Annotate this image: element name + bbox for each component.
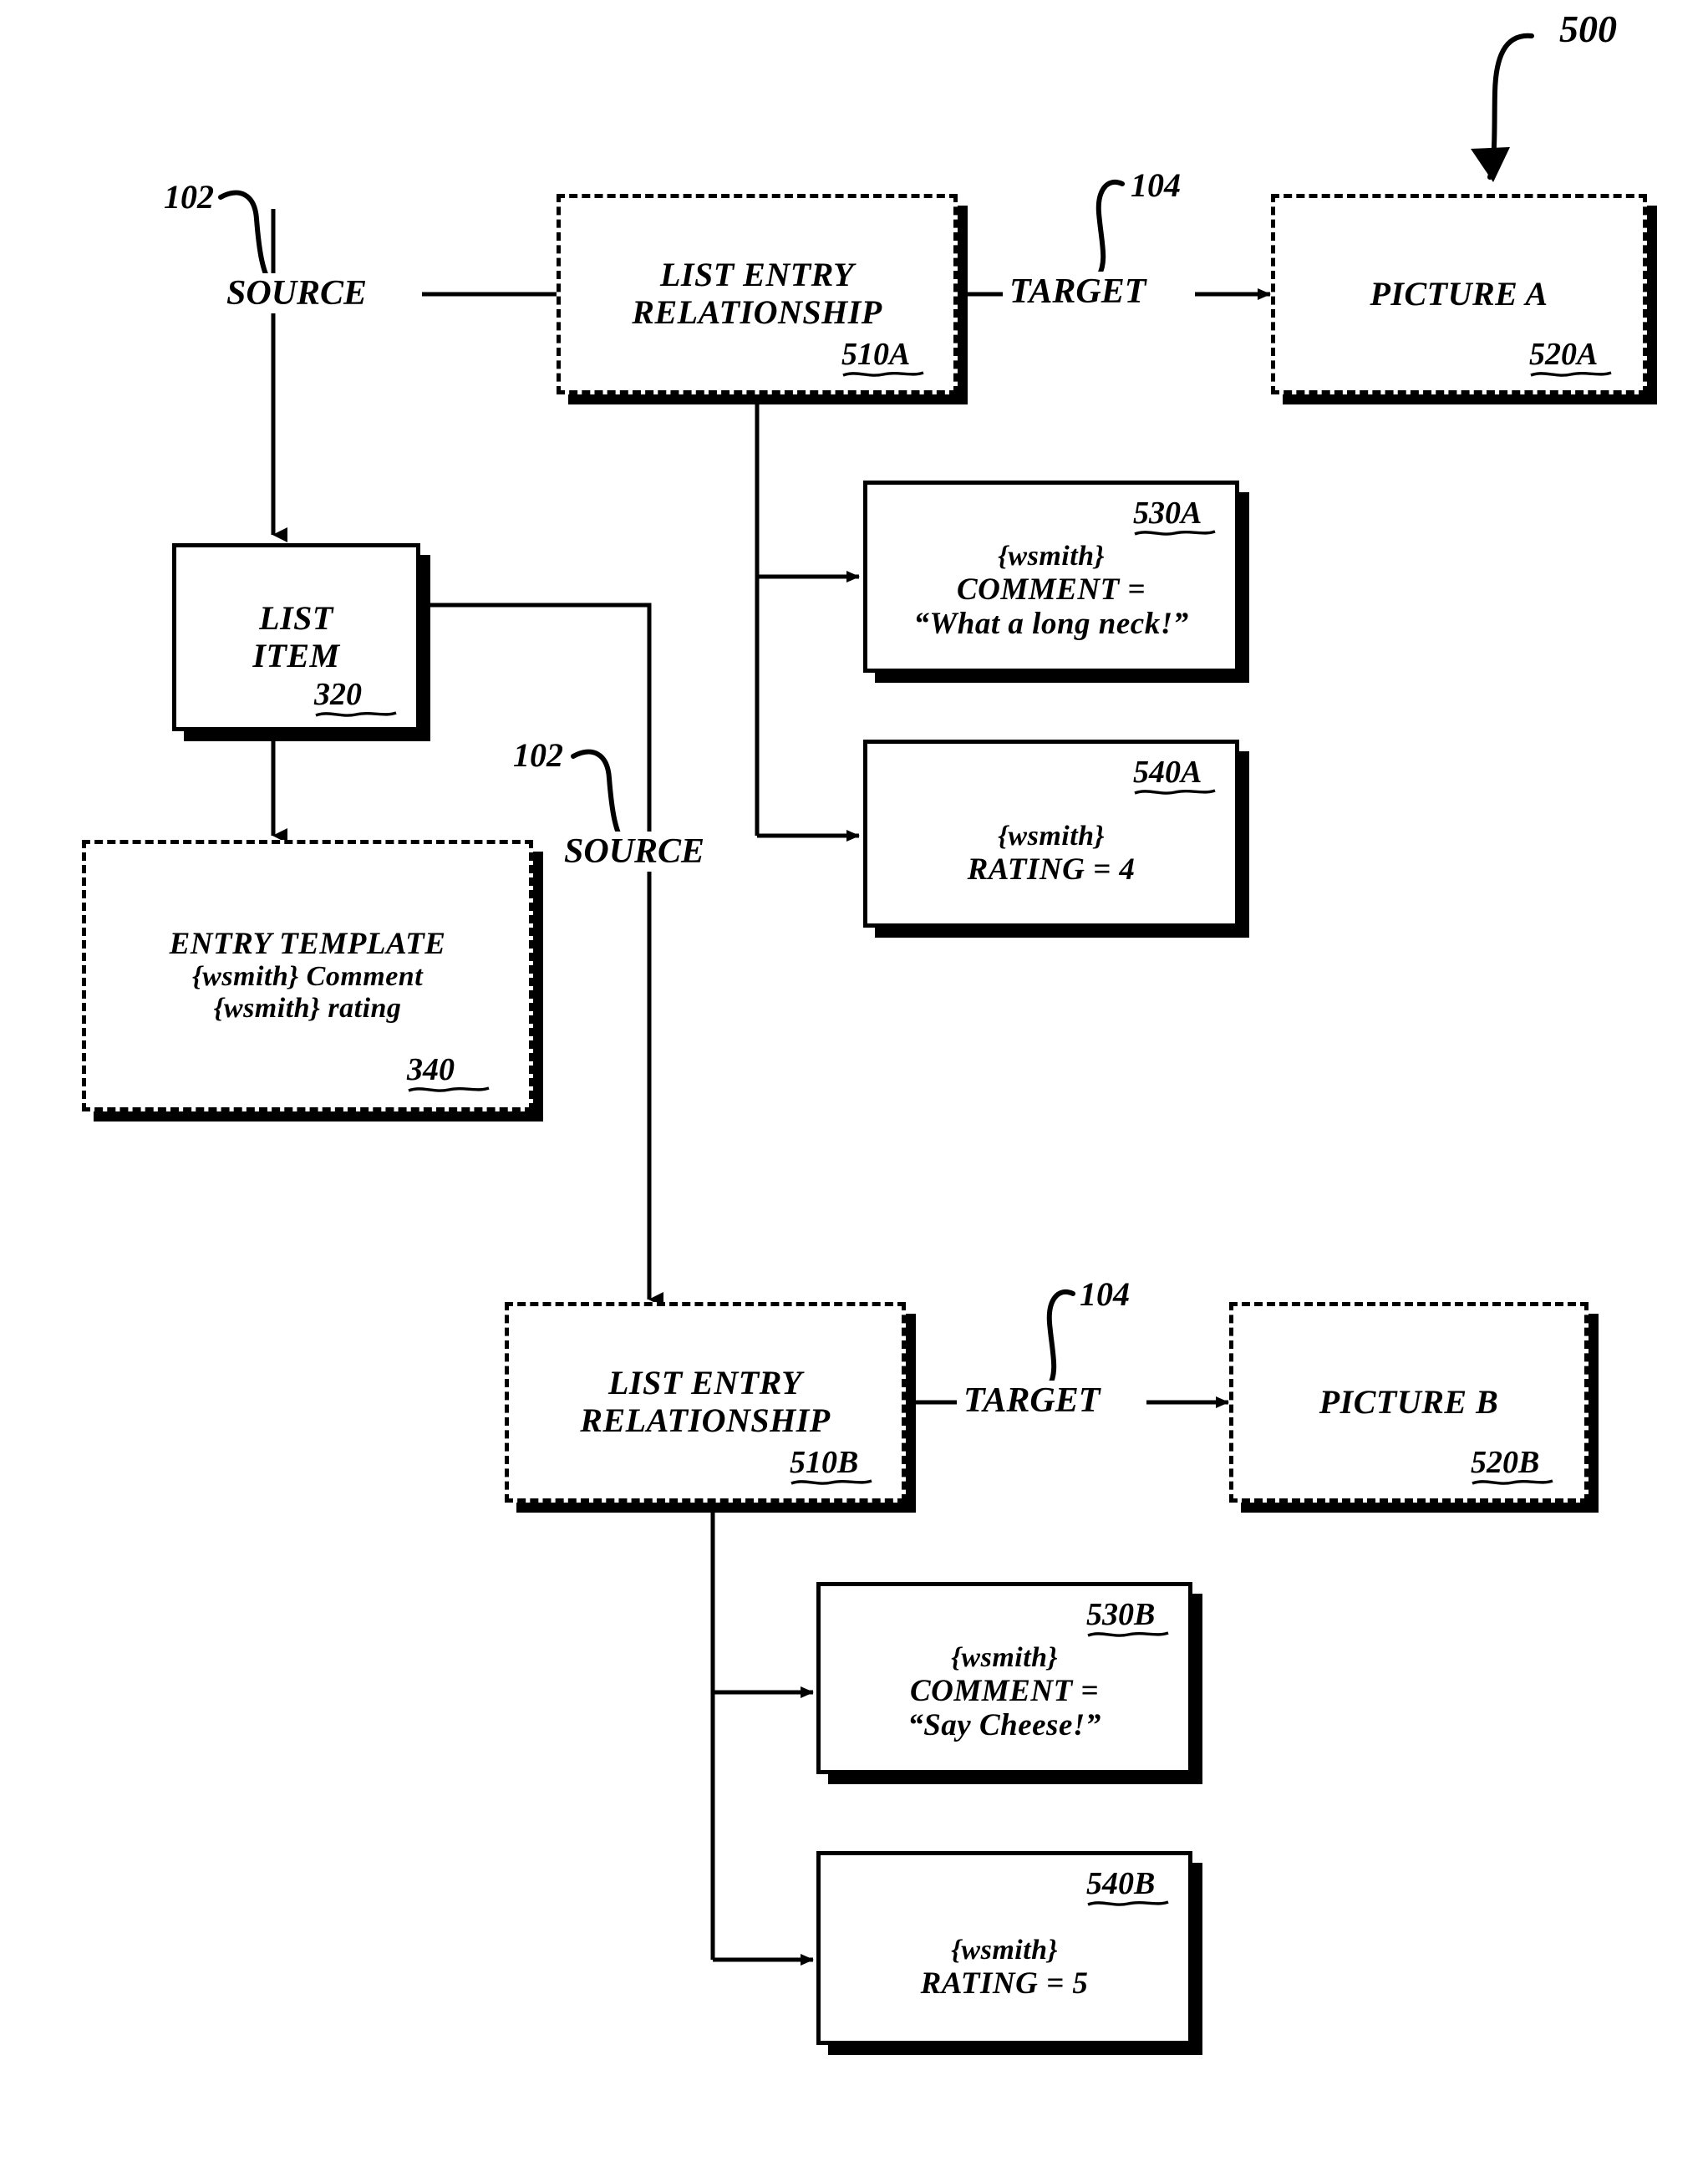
node-line: “Say Cheese!” [907, 1708, 1101, 1743]
reference-numeral-text: 520A [1529, 337, 1599, 372]
node-list-entry-relationship-b[interactable]: LIST ENTRY RELATIONSHIP 510B [505, 1302, 906, 1503]
patent-figure-page: TARGET --> PICTURE A --> TARGET --> PICT… [0, 0, 1708, 2182]
edge-label-source-middle: SOURCE [559, 832, 710, 872]
reference-numeral: 320 [314, 676, 398, 719]
reference-numeral: 510A [841, 336, 925, 379]
node-line: LIST ENTRY [607, 1364, 803, 1402]
leader-500-arrowhead [1471, 147, 1510, 182]
node-line: {wsmith} rating [213, 993, 402, 1025]
node-line: {wsmith} [951, 1935, 1058, 1966]
edge-label-source-top: SOURCE [221, 273, 373, 313]
reference-numeral: 530B [1086, 1596, 1170, 1639]
edge-label-target-bottom: TARGET [958, 1381, 1106, 1421]
leader-104-bottom [1046, 1289, 1075, 1388]
leader-104-top [1095, 180, 1125, 278]
reference-numeral: 540A [1133, 754, 1217, 796]
node-rating-a[interactable]: {wsmith} RATING = 4 540A [863, 740, 1239, 928]
leader-label-102-top: 102 [164, 178, 214, 216]
reference-numeral: 530A [1133, 495, 1217, 537]
reference-numeral: 520B [1471, 1444, 1554, 1487]
node-line: LIST [259, 598, 333, 637]
reference-numeral-text: 540A [1133, 755, 1202, 790]
node-line: COMMENT = [956, 572, 1146, 607]
node-line: ITEM [252, 636, 340, 674]
node-line: RELATIONSHIP [580, 1401, 831, 1439]
reference-numeral-text: 510A [841, 337, 911, 372]
reference-numeral-text: 510B [790, 1445, 859, 1480]
reference-numeral: 340 [407, 1051, 491, 1094]
edge-label-target-top: TARGET [1004, 272, 1151, 312]
node-line: RELATIONSHIP [632, 293, 882, 331]
reference-numeral: 540B [1086, 1865, 1170, 1908]
reference-numeral-text: 340 [407, 1052, 455, 1087]
figure-number: 500 [1559, 8, 1617, 50]
node-line: “What a long neck!” [913, 607, 1189, 642]
node-rating-b[interactable]: {wsmith} RATING = 5 540B [816, 1851, 1192, 2045]
leader-label-104-bottom: 104 [1080, 1275, 1130, 1313]
node-line: RATING = 4 [967, 852, 1136, 887]
node-entry-template[interactable]: ENTRY TEMPLATE {wsmith} Comment {wsmith}… [82, 840, 533, 1111]
node-list-entry-relationship-a[interactable]: LIST ENTRY RELATIONSHIP 510A [557, 194, 958, 394]
node-line: {wsmith} [998, 540, 1105, 572]
node-comment-b[interactable]: {wsmith} COMMENT = “Say Cheese!” 530B [816, 1582, 1192, 1774]
leader-label-104-top: 104 [1131, 166, 1181, 204]
node-line: {wsmith} Comment [191, 961, 424, 993]
reference-numeral: 510B [790, 1444, 873, 1487]
leader-label-102-middle: 102 [513, 736, 563, 774]
reference-numeral-text: 320 [314, 677, 362, 712]
node-line: LIST ENTRY [659, 256, 855, 294]
node-line: PICTURE A [1370, 274, 1548, 313]
reference-numeral: 520A [1529, 336, 1613, 379]
node-line: RATING = 5 [920, 1966, 1089, 2001]
node-line: PICTURE B [1319, 1382, 1499, 1421]
node-comment-a[interactable]: {wsmith} COMMENT = “What a long neck!” 5… [863, 481, 1239, 673]
node-list-item[interactable]: LIST ITEM 320 [172, 543, 420, 731]
node-picture-a[interactable]: PICTURE A 520A [1271, 194, 1647, 394]
reference-numeral-text: 540B [1086, 1866, 1156, 1901]
node-line: ENTRY TEMPLATE [169, 926, 446, 961]
node-line: COMMENT = [909, 1673, 1100, 1708]
reference-numeral-text: 530B [1086, 1597, 1156, 1632]
node-line: {wsmith} [951, 1641, 1058, 1673]
node-line: {wsmith} [998, 820, 1105, 852]
reference-numeral-text: 530A [1133, 496, 1202, 531]
node-picture-b[interactable]: PICTURE B 520B [1229, 1302, 1589, 1503]
reference-numeral-text: 520B [1471, 1445, 1540, 1480]
